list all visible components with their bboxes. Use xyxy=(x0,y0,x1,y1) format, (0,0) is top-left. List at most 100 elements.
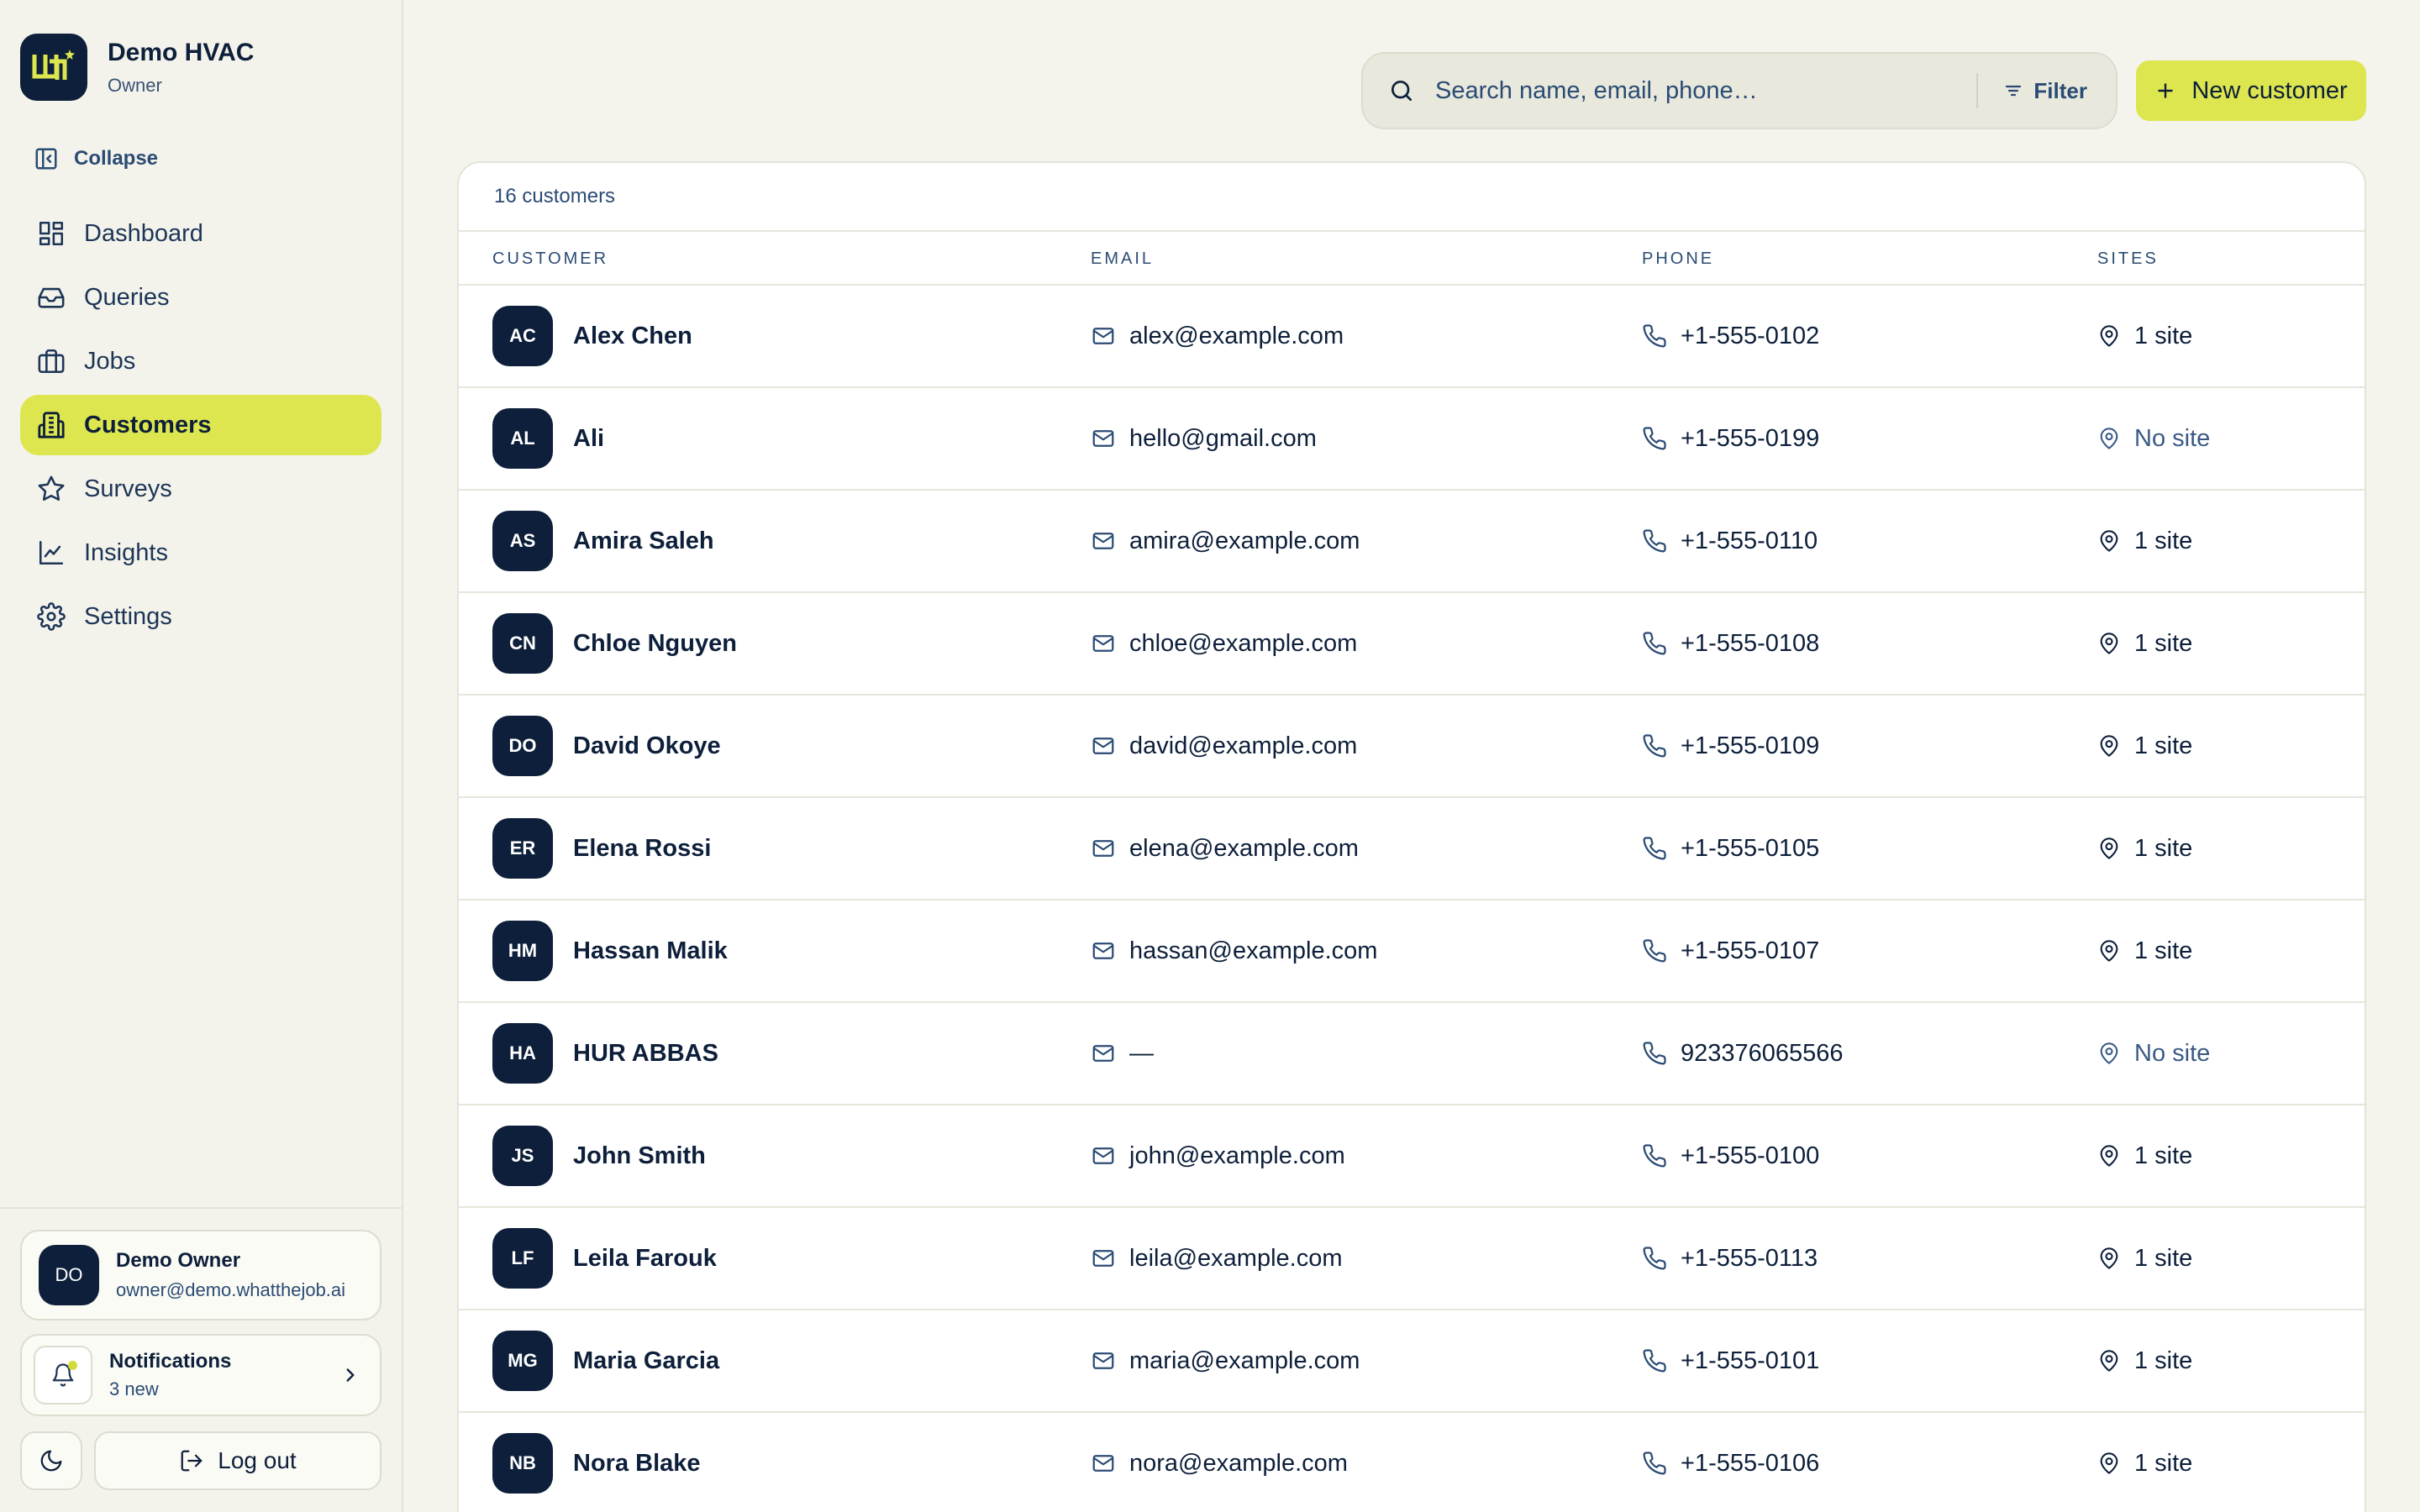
column-header-customer[interactable]: CUSTOMER xyxy=(492,232,608,286)
customer-name[interactable]: Maria Garcia xyxy=(573,1347,719,1375)
customer-sites: 1 site xyxy=(2134,834,2193,862)
table-row[interactable]: HM Hassan Malik hassan@example.com +1-555-0… xyxy=(459,900,2365,1003)
table-row[interactable]: NB Nora Blake nora@example.com +1-555-0106 1… xyxy=(459,1413,2365,1512)
table-row[interactable]: LF Leila Farouk leila@example.com +1-555-01… xyxy=(459,1208,2365,1310)
avatar: HA xyxy=(492,1023,553,1084)
column-header-phone[interactable]: PHONE xyxy=(1642,232,1714,286)
customer-cell: JS John Smith xyxy=(492,1105,706,1206)
customer-phone[interactable]: +1-555-0102 xyxy=(1681,323,1819,350)
customer-email[interactable]: david@example.com xyxy=(1129,732,1357,760)
phone-icon xyxy=(1643,632,1666,655)
table-row[interactable]: ER Elena Rossi elena@example.com +1-555-010… xyxy=(459,798,2365,900)
customer-email[interactable]: leila@example.com xyxy=(1129,1245,1342,1273)
brand-role: Owner xyxy=(108,75,162,96)
email-cell: amira@example.com xyxy=(1091,491,1360,591)
phone-cell: +1-555-0101 xyxy=(1642,1310,1819,1411)
sidebar-item-surveys[interactable]: Surveys xyxy=(20,459,381,519)
sidebar-item-customers[interactable]: Customers xyxy=(20,395,381,455)
new-customer-label: New customer xyxy=(2191,76,2348,104)
customer-cell: NB Nora Blake xyxy=(492,1413,701,1512)
avatar: JS xyxy=(492,1126,553,1186)
customer-name[interactable]: Amira Saleh xyxy=(573,528,714,555)
mail-icon xyxy=(1092,1455,1114,1472)
sidebar-item-insights[interactable]: Insights xyxy=(20,522,381,583)
customer-name[interactable]: Elena Rossi xyxy=(573,835,711,863)
table-row[interactable]: HA HUR ABBAS — 923376065566 No site xyxy=(459,1003,2365,1105)
user-card[interactable]: DO Demo Owner owner@demo.whatthejob.ai xyxy=(20,1230,381,1320)
bell-icon-box xyxy=(34,1346,92,1404)
search-divider xyxy=(1976,73,1979,108)
customer-email[interactable]: chloe@example.com xyxy=(1129,630,1357,658)
customer-name[interactable]: David Okoye xyxy=(573,732,721,760)
filter-button[interactable]: Filter xyxy=(2003,78,2087,104)
customer-name[interactable]: HUR ABBAS xyxy=(573,1040,718,1068)
column-header-email[interactable]: EMAIL xyxy=(1091,232,1154,286)
mail-icon xyxy=(1092,738,1114,754)
customer-name[interactable]: John Smith xyxy=(573,1142,706,1170)
phone-icon xyxy=(1643,1042,1666,1065)
customer-phone[interactable]: +1-555-0107 xyxy=(1681,937,1819,965)
customer-name[interactable]: Alex Chen xyxy=(573,323,692,350)
search-input[interactable] xyxy=(1435,76,1952,105)
customer-email[interactable]: hassan@example.com xyxy=(1129,937,1377,965)
mail-icon xyxy=(1092,840,1114,857)
customer-phone[interactable]: +1-555-0108 xyxy=(1681,630,1819,658)
customer-email[interactable]: amira@example.com xyxy=(1129,528,1360,555)
sidebar-item-dashboard[interactable]: Dashboard xyxy=(20,203,381,264)
phone-cell: +1-555-0106 xyxy=(1642,1413,1819,1512)
customer-phone[interactable]: +1-555-0109 xyxy=(1681,732,1819,760)
customer-cell: CN Chloe Nguyen xyxy=(492,593,737,694)
table-row[interactable]: AC Alex Chen alex@example.com +1-555-0102 1 … xyxy=(459,286,2365,388)
sidebar-item-settings[interactable]: Settings xyxy=(20,586,381,647)
table-row[interactable]: DO David Okoye david@example.com +1-555-010… xyxy=(459,696,2365,798)
customer-cell: AL Ali xyxy=(492,388,604,489)
customer-phone[interactable]: +1-555-0106 xyxy=(1681,1450,1819,1478)
mail-icon xyxy=(1092,1352,1114,1369)
mail-icon xyxy=(1092,635,1114,652)
customer-name[interactable]: Nora Blake xyxy=(573,1450,701,1478)
customer-sites: 1 site xyxy=(2134,527,2193,554)
table-row[interactable]: CN Chloe Nguyen chloe@example.com +1-555-01… xyxy=(459,593,2365,696)
customer-phone[interactable]: +1-555-0113 xyxy=(1681,1245,1818,1273)
sites-cell: No site xyxy=(2097,1003,2210,1104)
map-pin-icon xyxy=(2100,633,2118,654)
brand[interactable]: Demo HVAC Owner xyxy=(20,34,254,101)
table-row[interactable]: MG Maria Garcia maria@example.com +1-555-01… xyxy=(459,1310,2365,1413)
email-cell: maria@example.com xyxy=(1091,1310,1360,1411)
phone-cell: +1-555-0107 xyxy=(1642,900,1819,1001)
customer-email[interactable]: alex@example.com xyxy=(1129,323,1344,350)
customer-name[interactable]: Chloe Nguyen xyxy=(573,630,737,658)
customer-phone[interactable]: +1-555-0101 xyxy=(1681,1347,1819,1375)
customer-email[interactable]: nora@example.com xyxy=(1129,1450,1348,1478)
new-customer-button[interactable]: New customer xyxy=(2136,60,2366,121)
customer-name[interactable]: Leila Farouk xyxy=(573,1245,717,1273)
customer-cell: MG Maria Garcia xyxy=(492,1310,719,1411)
mail-icon xyxy=(1092,1250,1114,1267)
customer-phone[interactable]: +1-555-0199 xyxy=(1681,425,1819,453)
phone-cell: 923376065566 xyxy=(1642,1003,1844,1104)
logout-button[interactable]: Log out xyxy=(94,1431,381,1490)
customer-email[interactable]: hello@gmail.com xyxy=(1129,425,1317,453)
customer-phone[interactable]: +1-555-0105 xyxy=(1681,835,1819,863)
customer-phone[interactable]: +1-555-0110 xyxy=(1681,528,1818,555)
notifications-button[interactable]: Notifications 3 new xyxy=(20,1334,381,1416)
table-row[interactable]: AS Amira Saleh amira@example.com +1-555-011… xyxy=(459,491,2365,593)
customer-email[interactable]: — xyxy=(1129,1040,1154,1068)
sidebar-item-jobs[interactable]: Jobs xyxy=(20,331,381,391)
table-row[interactable]: AL Ali hello@gmail.com +1-555-0199 No site xyxy=(459,388,2365,491)
customer-phone[interactable]: +1-555-0100 xyxy=(1681,1142,1819,1170)
customer-cell: DO David Okoye xyxy=(492,696,721,796)
sidebar-item-queries[interactable]: Queries xyxy=(20,267,381,328)
theme-toggle-button[interactable] xyxy=(20,1431,82,1490)
customer-phone[interactable]: 923376065566 xyxy=(1681,1040,1844,1068)
customer-name[interactable]: Ali xyxy=(573,425,604,453)
collapse-button[interactable]: Collapse xyxy=(34,146,158,171)
customer-email[interactable]: john@example.com xyxy=(1129,1142,1345,1170)
customer-email[interactable]: maria@example.com xyxy=(1129,1347,1360,1375)
search-icon xyxy=(1392,81,1412,101)
customer-email[interactable]: elena@example.com xyxy=(1129,835,1359,863)
column-header-sites[interactable]: SITES xyxy=(2097,232,2159,286)
email-cell: — xyxy=(1091,1003,1154,1104)
customer-name[interactable]: Hassan Malik xyxy=(573,937,728,965)
table-row[interactable]: JS John Smith john@example.com +1-555-0100 1… xyxy=(459,1105,2365,1208)
